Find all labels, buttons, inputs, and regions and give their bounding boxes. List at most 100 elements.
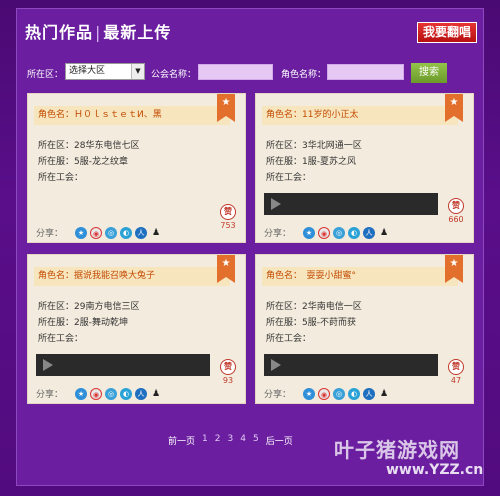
qzone-icon[interactable]: ◎ xyxy=(333,387,346,400)
page-link[interactable]: 2 xyxy=(215,434,221,447)
role-input[interactable] xyxy=(327,64,404,80)
share-label: 分享： xyxy=(36,390,64,400)
watermark-text: 叶子猪游戏网 xyxy=(334,438,460,462)
server-text: 所在服：2服-舞动乾坤 xyxy=(38,318,128,328)
page-link[interactable]: 5 xyxy=(253,434,259,447)
favorite-bookmark-icon[interactable]: ★ xyxy=(217,255,235,283)
star-icon[interactable]: ★ xyxy=(303,387,316,400)
region-select[interactable]: 选择大区 ▼ xyxy=(65,63,145,80)
tab-hot-works[interactable]: 热门作品 xyxy=(25,23,93,42)
watermark-url: www.YZZ.cn xyxy=(386,462,484,478)
region-text: 所在区：29南方电信三区 xyxy=(38,302,140,312)
like-button[interactable]: 赞 xyxy=(220,359,236,375)
request-cover-button[interactable]: 我要翻唱 xyxy=(416,22,477,43)
role-label: 角色名称： xyxy=(281,70,327,80)
role-name[interactable]: 角色名：据说我能召唤大兔子 xyxy=(34,267,230,286)
share-row: 分享： ★ ◉ ◎ ◐ 人 ♟ xyxy=(36,387,165,400)
role-name[interactable]: 角色名：11岁的小正太 xyxy=(262,106,458,125)
weibo-icon[interactable]: ◉ xyxy=(318,226,331,239)
qq-icon[interactable]: ♟ xyxy=(150,387,163,400)
page-title: 热门作品 | 最新上传 xyxy=(25,19,171,43)
share-row: 分享： ★ ◉ ◎ ◐ 人 ♟ xyxy=(36,226,165,239)
guild-text: 所在工会： xyxy=(266,334,312,344)
star-icon[interactable]: ★ xyxy=(303,226,316,239)
region-text: 所在区：3华北网通一区 xyxy=(266,141,362,151)
play-icon[interactable] xyxy=(43,359,53,371)
like-button[interactable]: 赞 xyxy=(448,198,464,214)
card-info: 所在区：2华南电信一区 所在服：5服-不莳而获 所在工会： xyxy=(266,299,362,347)
play-icon[interactable] xyxy=(271,198,281,210)
like-button[interactable]: 赞 xyxy=(448,359,464,375)
audio-player[interactable] xyxy=(264,354,438,376)
page-link[interactable]: 3 xyxy=(227,434,233,447)
filter-bar: 所在区： 选择大区 ▼ 公会名称： 角色名称： 搜索 xyxy=(17,55,483,83)
card-info: 所在区：28华东电信七区 所在服：5服-龙之纹章 所在工会： xyxy=(38,138,139,186)
qq-icon[interactable]: ♟ xyxy=(378,226,391,239)
site-watermark: 叶子猪游戏网 www.YZZ.cn xyxy=(330,432,490,488)
like-button[interactable]: 赞 xyxy=(220,204,236,220)
tencent-weibo-icon[interactable]: ◐ xyxy=(348,387,361,400)
role-name[interactable]: 角色名：Ｈ０ｌｓｔｅｔИ、黑 xyxy=(34,106,230,125)
favorite-bookmark-icon[interactable]: ★ xyxy=(445,255,463,283)
audio-player[interactable] xyxy=(36,354,210,376)
qzone-icon[interactable]: ◎ xyxy=(105,226,118,239)
like-box: 赞 753 xyxy=(219,204,237,230)
server-text: 所在服：5服-龙之纹章 xyxy=(38,157,128,167)
share-label: 分享： xyxy=(36,229,64,239)
work-card: 角色名：据说我能召唤大兔子 ★ 所在区：29南方电信三区 所在服：2服-舞动乾坤… xyxy=(27,254,246,404)
play-icon[interactable] xyxy=(271,359,281,371)
tab-latest-uploads[interactable]: 最新上传 xyxy=(103,23,171,42)
people-icon[interactable]: 人 xyxy=(363,226,376,239)
star-icon[interactable]: ★ xyxy=(75,226,88,239)
tencent-weibo-icon[interactable]: ◐ xyxy=(120,387,133,400)
audio-player[interactable] xyxy=(264,193,438,215)
favorite-bookmark-icon[interactable]: ★ xyxy=(217,94,235,122)
qq-icon[interactable]: ♟ xyxy=(378,387,391,400)
next-page-link[interactable]: 后一页 xyxy=(266,434,293,447)
like-box: 赞 47 xyxy=(447,359,465,385)
region-text: 所在区：28华东电信七区 xyxy=(38,141,140,151)
page-link[interactable]: 4 xyxy=(240,434,246,447)
tencent-weibo-icon[interactable]: ◐ xyxy=(348,226,361,239)
header: 热门作品 | 最新上传 我要翻唱 xyxy=(17,9,483,49)
people-icon[interactable]: 人 xyxy=(135,226,148,239)
region-text: 所在区：2华南电信一区 xyxy=(266,302,362,312)
share-label: 分享： xyxy=(264,390,292,400)
share-row: 分享： ★ ◉ ◎ ◐ 人 ♟ xyxy=(264,226,393,239)
share-row: 分享： ★ ◉ ◎ ◐ 人 ♟ xyxy=(264,387,393,400)
work-card: 角色名：11岁的小正太 ★ 所在区：3华北网通一区 所在服：1服-夏苏之风 所在… xyxy=(255,93,474,243)
guild-text: 所在工会： xyxy=(266,173,312,183)
guild-label: 公会名称： xyxy=(151,70,197,80)
guild-text: 所在工会： xyxy=(38,173,84,183)
region-select-value: 选择大区 xyxy=(69,66,106,76)
like-count: 93 xyxy=(222,376,234,385)
tencent-weibo-icon[interactable]: ◐ xyxy=(120,226,133,239)
favorite-bookmark-icon[interactable]: ★ xyxy=(445,94,463,122)
like-count: 47 xyxy=(450,376,462,385)
work-card: 角色名： 耍耍小甜蜜° ★ 所在区：2华南电信一区 所在服：5服-不莳而获 所在… xyxy=(255,254,474,404)
role-name[interactable]: 角色名： 耍耍小甜蜜° xyxy=(262,267,458,286)
title-separator: | xyxy=(95,23,102,42)
card-info: 所在区：29南方电信三区 所在服：2服-舞动乾坤 所在工会： xyxy=(38,299,139,347)
like-box: 赞 93 xyxy=(219,359,237,385)
like-count: 660 xyxy=(448,215,464,224)
like-box: 赞 660 xyxy=(447,198,465,224)
search-button[interactable]: 搜索 xyxy=(411,63,447,83)
card-info: 所在区：3华北网通一区 所在服：1服-夏苏之风 所在工会： xyxy=(266,138,362,186)
people-icon[interactable]: 人 xyxy=(135,387,148,400)
weibo-icon[interactable]: ◉ xyxy=(90,226,103,239)
star-icon[interactable]: ★ xyxy=(75,387,88,400)
weibo-icon[interactable]: ◉ xyxy=(318,387,331,400)
qq-icon[interactable]: ♟ xyxy=(150,226,163,239)
guild-input[interactable] xyxy=(198,64,273,80)
people-icon[interactable]: 人 xyxy=(363,387,376,400)
qzone-icon[interactable]: ◎ xyxy=(333,226,346,239)
prev-page-link[interactable]: 前一页 xyxy=(168,434,195,447)
page-link[interactable]: 1 xyxy=(202,434,208,447)
guild-text: 所在工会： xyxy=(38,334,84,344)
server-text: 所在服：5服-不莳而获 xyxy=(266,318,356,328)
weibo-icon[interactable]: ◉ xyxy=(90,387,103,400)
qzone-icon[interactable]: ◎ xyxy=(105,387,118,400)
region-label: 所在区： xyxy=(27,70,64,80)
share-label: 分享： xyxy=(264,229,292,239)
